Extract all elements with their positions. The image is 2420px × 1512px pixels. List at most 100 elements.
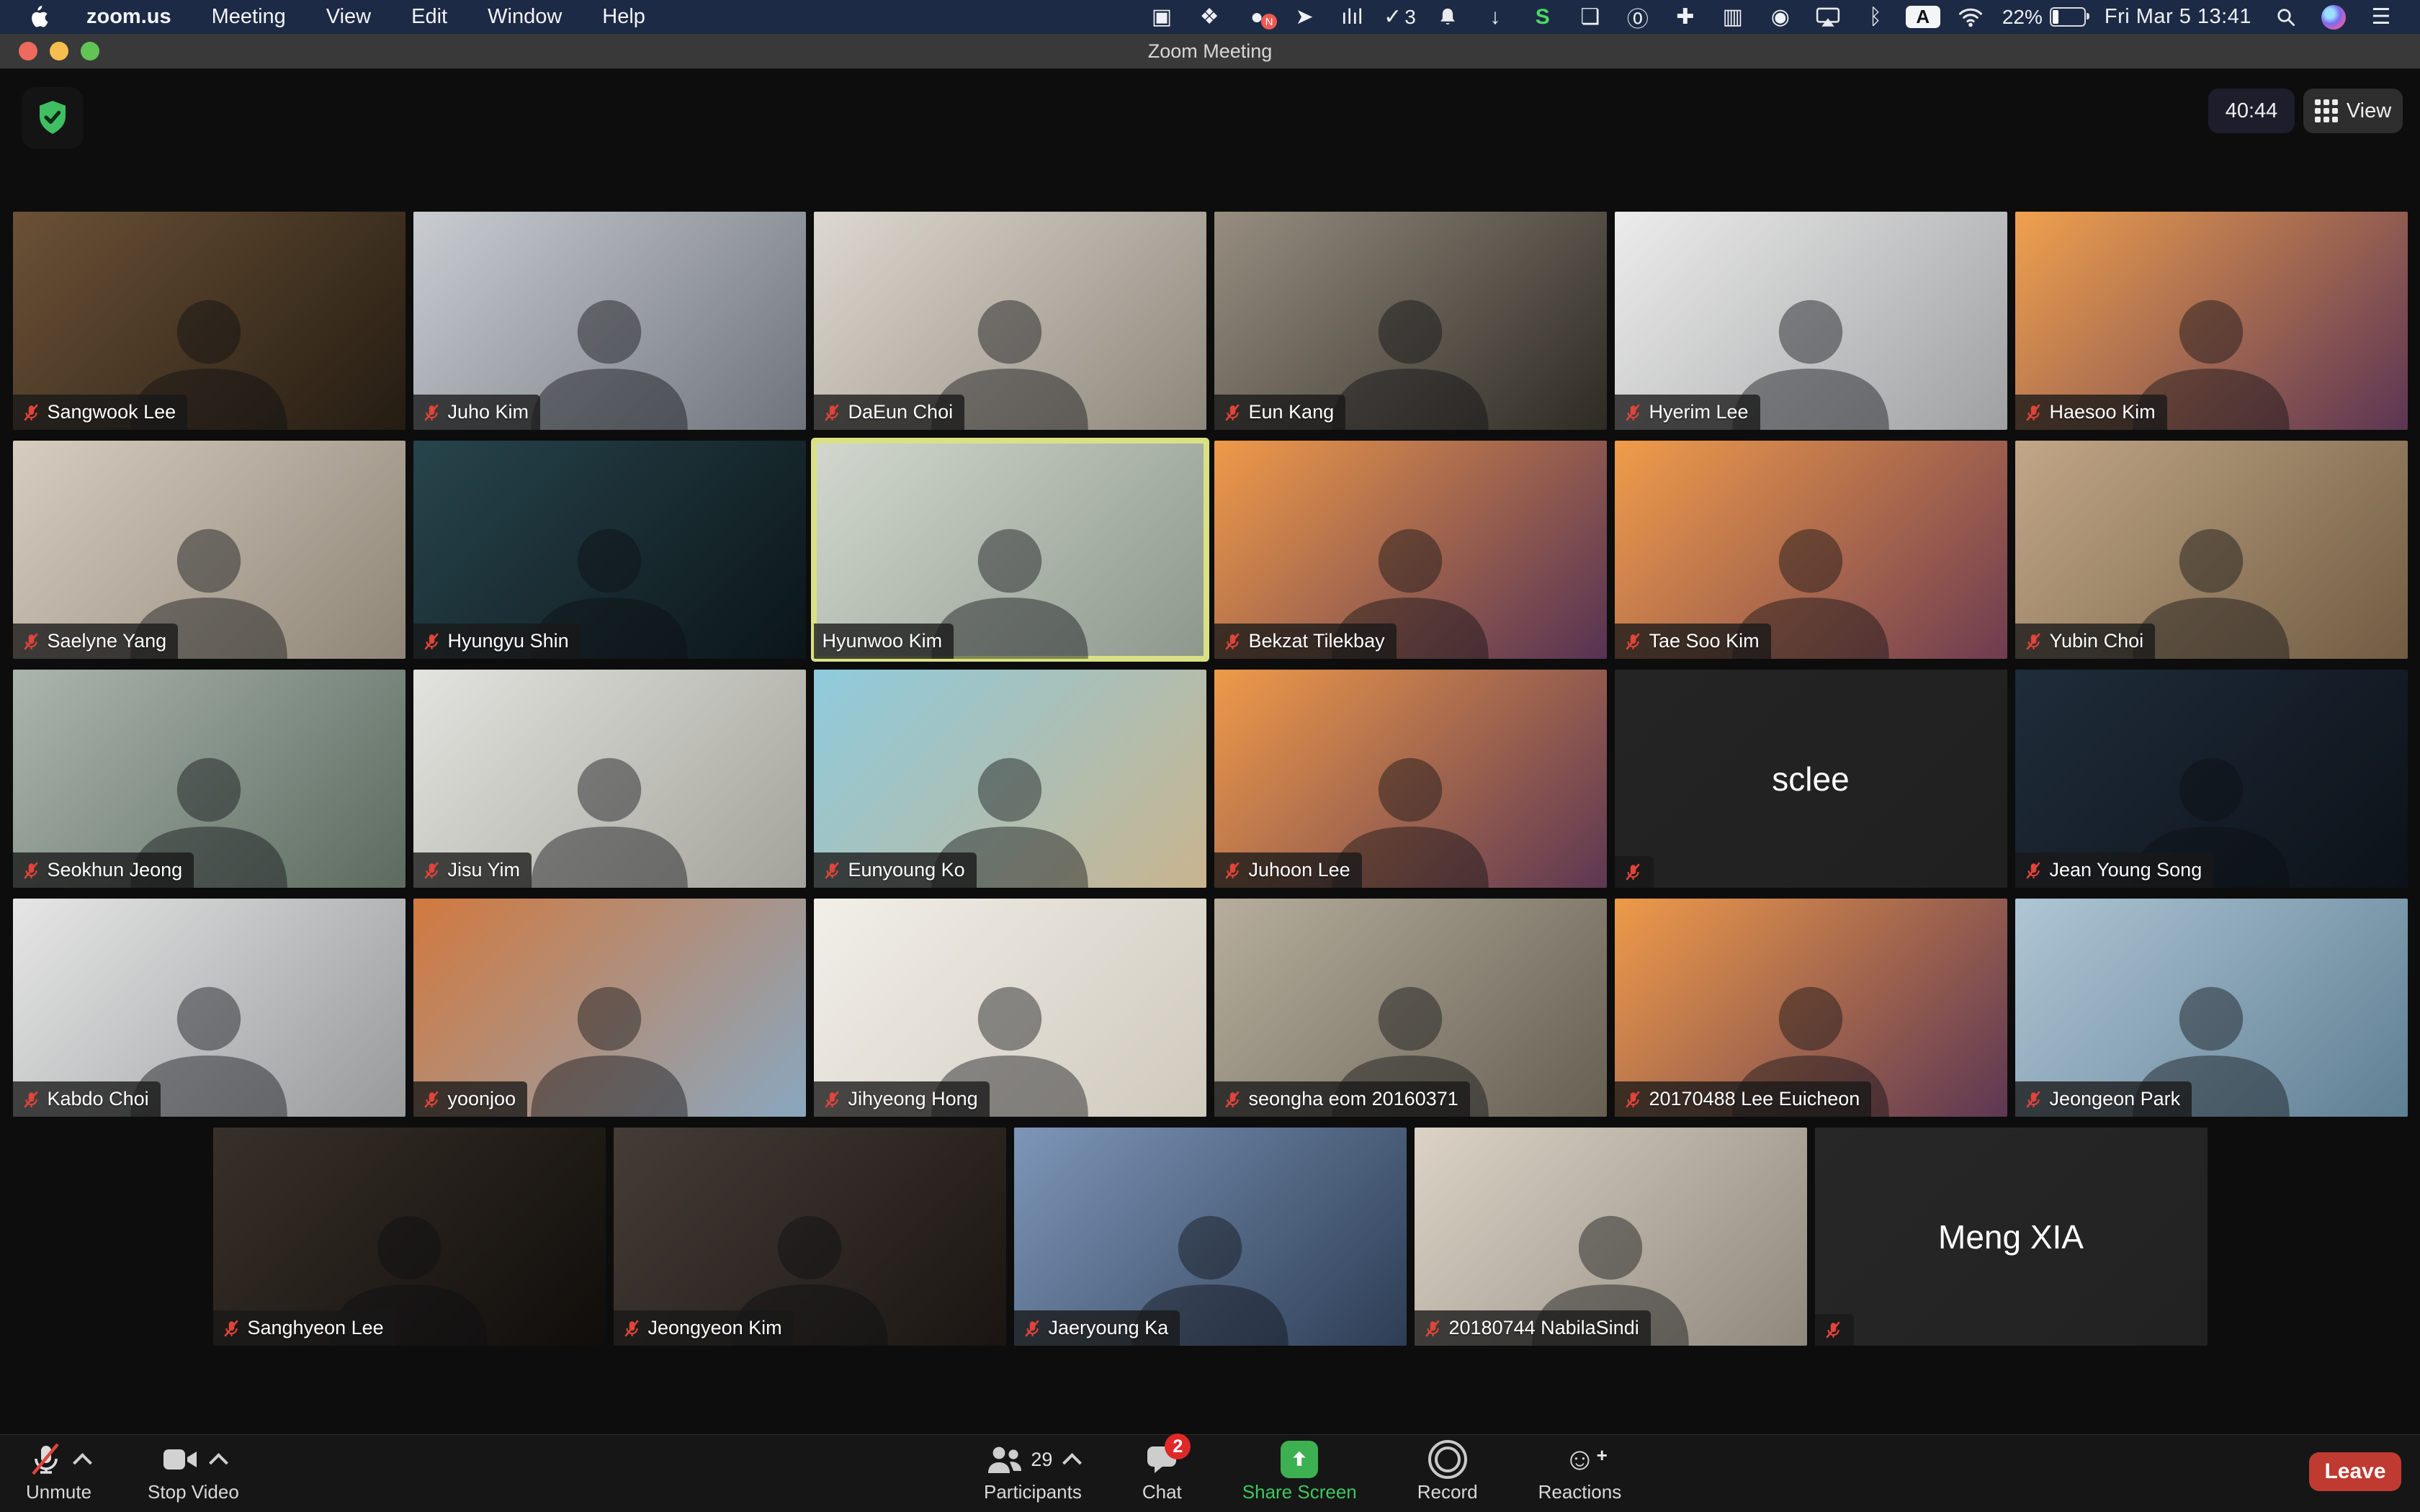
spotlight-search-icon[interactable] — [2266, 0, 2306, 34]
participant-tile[interactable]: Seokhun Jeong — [13, 670, 405, 888]
shortcuts-icon[interactable]: S — [1523, 0, 1563, 34]
bell-icon[interactable] — [1428, 0, 1468, 34]
share-screen-button[interactable]: Share Screen — [1242, 1435, 1357, 1501]
participant-tile[interactable]: 20180744 NabilaSindi — [1415, 1128, 1807, 1346]
participant-tile[interactable]: DaEun Choi — [814, 212, 1206, 430]
participant-tile[interactable]: Haesoo Kim — [2015, 212, 2408, 430]
plus-app-icon[interactable]: ✚ — [1665, 0, 1706, 34]
view-button[interactable]: View — [2303, 89, 2403, 133]
muted-mic-icon — [823, 861, 841, 880]
participant-name: Eunyoung Ko — [848, 859, 965, 881]
chat-badge: 2 — [1165, 1434, 1191, 1459]
muted-mic-icon — [2024, 403, 2043, 422]
menu-meeting[interactable]: Meeting — [194, 0, 303, 34]
participant-tile[interactable]: Jihyeong Hong — [814, 899, 1206, 1117]
meeting-security-badge[interactable] — [22, 87, 84, 149]
accessibility-icon[interactable]: ◉ — [1760, 0, 1801, 34]
stop-video-button[interactable]: Stop Video — [148, 1435, 239, 1512]
participant-tile[interactable]: Sangwook Lee — [13, 212, 405, 430]
participant-name-tag: Hyerim Lee — [1615, 395, 1760, 430]
video-options-chevron[interactable] — [209, 1453, 228, 1472]
participant-name: Jean Young Song — [2050, 859, 2202, 881]
participant-tile[interactable]: sclee — [1615, 670, 2007, 888]
record-button[interactable]: Record — [1417, 1435, 1478, 1501]
unmute-button[interactable]: Unmute — [26, 1435, 91, 1512]
participant-tile[interactable]: Hyerim Lee — [1615, 212, 2007, 430]
participant-tile[interactable]: Jean Young Song — [2015, 670, 2408, 888]
reactions-button[interactable]: ☺+ Reactions — [1538, 1435, 1622, 1501]
siri-icon[interactable] — [2313, 0, 2354, 34]
participant-tile[interactable]: Hyungyu Shin — [413, 441, 806, 659]
participants-button[interactable]: 29 Participants — [984, 1435, 1082, 1501]
menu-view[interactable]: View — [309, 0, 388, 34]
macos-menu-bar: zoom.us Meeting View Edit Window Help ▣❖… — [0, 0, 2420, 34]
screen-record-icon[interactable]: ▣ — [1142, 0, 1182, 34]
tasks-check-icon[interactable]: ✓3 — [1379, 0, 1420, 34]
participant-tile[interactable]: Jisu Yim — [413, 670, 806, 888]
share-screen-icon — [1281, 1441, 1318, 1478]
participant-tile[interactable]: Meng XIA — [1815, 1128, 2208, 1346]
audio-options-chevron[interactable] — [73, 1453, 92, 1472]
dropbox-icon[interactable]: ❖ — [1189, 0, 1229, 34]
menu-edit[interactable]: Edit — [394, 0, 465, 34]
participants-chevron[interactable] — [1063, 1453, 1083, 1472]
close-window-button[interactable] — [19, 42, 37, 60]
participant-name: Haesoo Kim — [2050, 401, 2156, 423]
participant-tile[interactable]: Juho Kim — [413, 212, 806, 430]
input-source-icon[interactable]: A — [1903, 0, 1943, 34]
bluetooth-icon[interactable]: ᛒ — [1855, 0, 1896, 34]
layout-app-icon[interactable]: ▥ — [1713, 0, 1753, 34]
participant-tile[interactable]: Sanghyeon Lee — [213, 1128, 606, 1346]
stage-manager-icon[interactable]: ❏ — [1570, 0, 1610, 34]
participant-tile[interactable]: Saelyne Yang — [13, 441, 405, 659]
leave-button[interactable]: Leave — [2309, 1452, 2401, 1491]
rocket-icon[interactable]: ➤ — [1284, 0, 1325, 34]
notification-bubble-icon[interactable]: ●N — [1237, 0, 1277, 34]
meeting-timer: 40:44 — [2208, 89, 2295, 133]
participant-tile[interactable]: Eun Kang — [1214, 212, 1607, 430]
participant-name-tag: Jeongeon Park — [2015, 1081, 2192, 1117]
video-camera-icon — [161, 1444, 199, 1475]
menu-help[interactable]: Help — [585, 0, 663, 34]
menu-app-name[interactable]: zoom.us — [69, 0, 189, 34]
participant-name-tag: Jaeryoung Ka — [1014, 1310, 1180, 1346]
minimize-window-button[interactable] — [50, 42, 68, 60]
participant-tile[interactable]: Yubin Choi — [2015, 441, 2408, 659]
muted-mic-icon — [1623, 1090, 1642, 1109]
wifi-icon[interactable] — [1950, 0, 1991, 34]
participant-tile[interactable]: Jeongyeon Kim — [614, 1128, 1006, 1346]
muted-mic-icon — [1623, 403, 1642, 422]
battery-indicator[interactable]: 22% — [1998, 0, 2090, 34]
airplay-icon[interactable] — [1808, 0, 1848, 34]
participant-tile[interactable]: Jaeryoung Ka — [1014, 1128, 1407, 1346]
participant-tile[interactable]: seongha eom 20160371 — [1214, 899, 1607, 1117]
gallery-grid-icon — [2315, 99, 2338, 122]
zero-app-icon[interactable]: ⓪ — [1618, 0, 1658, 34]
participant-name: Jaeryoung Ka — [1049, 1317, 1169, 1339]
participant-tile[interactable]: Juhoon Lee — [1214, 670, 1607, 888]
download-tray-icon[interactable]: ↓ — [1475, 0, 1515, 34]
participant-tile[interactable]: Bekzat Tilekbay — [1214, 441, 1607, 659]
participant-tile[interactable]: Hyunwoo Kim — [814, 441, 1206, 659]
meeting-stage: 40:44 View Sangwook Lee — [0, 68, 2420, 1435]
participant-name: Sanghyeon Lee — [248, 1317, 384, 1339]
participant-name: Hyungyu Shin — [448, 630, 569, 652]
menu-window[interactable]: Window — [470, 0, 579, 34]
chat-button[interactable]: 2 Chat — [1142, 1435, 1182, 1501]
audio-levels-icon[interactable]: ılıl — [1332, 0, 1372, 34]
control-center-list-icon[interactable]: ☰ — [2361, 0, 2401, 34]
participant-tile[interactable]: yoonjoo — [413, 899, 806, 1117]
participant-name-tag: Bekzat Tilekbay — [1214, 624, 1397, 659]
participant-tile[interactable]: Eunyoung Ko — [814, 670, 1206, 888]
muted-mic-icon — [1223, 861, 1242, 880]
participant-name: 20180744 NabilaSindi — [1449, 1317, 1639, 1339]
muted-mic-icon — [1223, 403, 1242, 422]
participant-name-tag: Jisu Yim — [413, 852, 532, 888]
participant-tile[interactable]: 20170488 Lee Euicheon — [1615, 899, 2007, 1117]
participant-tile[interactable]: Jeongeon Park — [2015, 899, 2408, 1117]
fullscreen-window-button[interactable] — [81, 42, 99, 60]
menu-bar-clock[interactable]: Fri Mar 5 13:41 — [2097, 0, 2259, 34]
participant-tile[interactable]: Kabdo Choi — [13, 899, 405, 1117]
participant-tile[interactable]: Tae Soo Kim — [1615, 441, 2007, 659]
apple-menu-icon[interactable] — [24, 3, 53, 32]
